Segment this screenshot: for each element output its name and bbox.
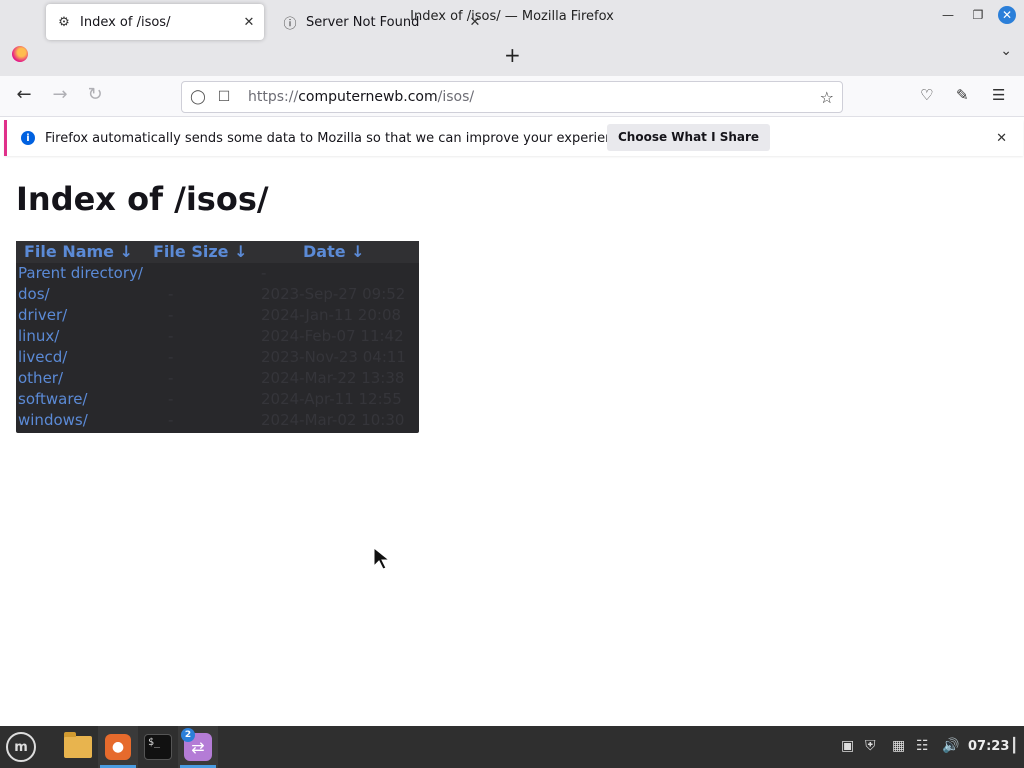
tab-label: Index of /isos/ bbox=[80, 14, 171, 30]
sort-by-date-link[interactable]: Date ↓ bbox=[303, 242, 365, 261]
navigation-bar: ← → ↻ ◯ ☐ https://computernewb.com/isos/… bbox=[0, 76, 1024, 117]
file-listing-table: File Name ↓ File Size ↓ Date ↓ Parent di… bbox=[16, 241, 419, 433]
file-size: - bbox=[168, 369, 174, 387]
file-size: - bbox=[168, 306, 174, 324]
mint-menu-icon[interactable]: m bbox=[6, 732, 36, 762]
file-date: - bbox=[261, 264, 267, 282]
shield-icon[interactable]: ⛨ bbox=[865, 738, 876, 754]
close-icon[interactable]: ✕ bbox=[996, 131, 1007, 146]
file-date: 2024-Apr-11 12:55 bbox=[261, 390, 402, 408]
network-icon[interactable]: ☷ bbox=[916, 738, 929, 754]
extensions-icon[interactable]: ✎ bbox=[956, 86, 969, 104]
url-host: computernewb.com bbox=[298, 89, 438, 105]
update-manager-icon[interactable]: ▦ bbox=[892, 738, 905, 754]
window-controls: — ❐ ✕ bbox=[938, 5, 1016, 25]
sort-by-size-link[interactable]: File Size ↓ bbox=[153, 242, 247, 261]
taskbar: m ● $_ ⇄ 2 ▣ ⛨ ▦ ☷ 🔊 07:23 ┃ bbox=[0, 726, 1024, 768]
url-scheme: https:// bbox=[248, 89, 299, 105]
table-row: Parent directory/ - bbox=[16, 264, 419, 285]
table-row: livecd/ - 2023-Nov-23 04:11 bbox=[16, 348, 419, 369]
taskbar-terminal[interactable]: $_ bbox=[138, 726, 178, 768]
tab-close-icon[interactable]: ✕ bbox=[464, 15, 486, 30]
table-row: software/ - 2024-Apr-11 12:55 bbox=[16, 390, 419, 411]
taskbar-firefox[interactable]: ● bbox=[98, 726, 138, 768]
notification-message: Firefox automatically sends some data to… bbox=[45, 130, 633, 146]
file-date: 2024-Mar-22 13:38 bbox=[261, 369, 405, 387]
firefox-icon: ● bbox=[105, 734, 131, 760]
url-bar[interactable]: ◯ ☐ https://computernewb.com/isos/ ☆ bbox=[181, 81, 843, 113]
file-size: - bbox=[168, 285, 174, 303]
file-date: 2024-Feb-07 11:42 bbox=[261, 327, 404, 345]
minimize-icon[interactable]: — bbox=[938, 5, 958, 25]
tab-server-not-found[interactable]: ⓘ Server Not Found ✕ bbox=[272, 4, 490, 40]
hamburger-menu-icon[interactable]: ☰ bbox=[992, 86, 1005, 104]
file-size: - bbox=[168, 390, 174, 408]
table-row: dos/ - 2023-Sep-27 09:52 bbox=[16, 285, 419, 306]
volume-icon[interactable]: 🔊 bbox=[942, 738, 959, 754]
directory-link[interactable]: livecd/ bbox=[18, 348, 67, 366]
clock[interactable]: 07:23 bbox=[968, 739, 1009, 754]
sort-by-name-link[interactable]: File Name ↓ bbox=[24, 242, 133, 261]
lock-icon[interactable]: ☐ bbox=[214, 89, 234, 105]
close-icon[interactable]: ✕ bbox=[998, 6, 1016, 24]
firefox-logo-icon bbox=[12, 46, 28, 62]
directory-link[interactable]: linux/ bbox=[18, 327, 59, 345]
maximize-icon[interactable]: ❐ bbox=[968, 5, 988, 25]
pocket-icon[interactable]: ♡ bbox=[920, 86, 933, 104]
tab-close-icon[interactable]: ✕ bbox=[238, 15, 260, 30]
new-tab-icon[interactable]: + bbox=[504, 43, 521, 67]
mouse-cursor-icon bbox=[373, 547, 390, 570]
shield-icon[interactable]: ◯ bbox=[188, 89, 208, 105]
page-content: Index of /isos/ File Name ↓ File Size ↓ … bbox=[0, 160, 1024, 726]
table-row: driver/ - 2024-Jan-11 20:08 bbox=[16, 306, 419, 327]
bookmark-star-icon[interactable]: ☆ bbox=[820, 88, 834, 107]
info-icon: ⓘ bbox=[283, 16, 297, 32]
parent-directory-link[interactable]: Parent directory/ bbox=[18, 264, 143, 282]
file-size: - bbox=[168, 348, 174, 366]
file-date: 2023-Sep-27 09:52 bbox=[261, 285, 406, 303]
directory-icon: ⚙ bbox=[58, 14, 70, 30]
directory-link[interactable]: software/ bbox=[18, 390, 87, 408]
table-row: windows/ - 2024-Mar-02 10:30 bbox=[16, 411, 419, 432]
back-arrow-icon[interactable]: ← bbox=[12, 84, 36, 105]
tab-label: Server Not Found bbox=[306, 14, 420, 30]
info-icon: i bbox=[21, 131, 35, 145]
file-size: - bbox=[168, 327, 174, 345]
terminal-icon: $_ bbox=[144, 734, 172, 760]
data-collection-notification: i Firefox automatically sends some data … bbox=[4, 120, 1023, 156]
taskbar-files[interactable] bbox=[58, 726, 98, 768]
file-date: 2024-Mar-02 10:30 bbox=[261, 411, 405, 429]
file-size: - bbox=[168, 411, 174, 429]
chevron-down-icon[interactable]: ⌄ bbox=[1000, 43, 1012, 59]
reload-icon[interactable]: ↻ bbox=[83, 84, 107, 105]
table-row: linux/ - 2024-Feb-07 11:42 bbox=[16, 327, 419, 348]
directory-link[interactable]: windows/ bbox=[18, 411, 88, 429]
directory-link[interactable]: driver/ bbox=[18, 306, 67, 324]
tab-index-of-isos[interactable]: ⚙ Index of /isos/ ✕ bbox=[46, 4, 264, 40]
choose-what-i-share-button[interactable]: Choose What I Share bbox=[607, 124, 771, 151]
table-row: other/ - 2024-Mar-22 13:38 bbox=[16, 369, 419, 390]
file-date: 2023-Nov-23 04:11 bbox=[261, 348, 406, 366]
file-date: 2024-Jan-11 20:08 bbox=[261, 306, 402, 324]
keyboard-layout-icon[interactable]: ▣ bbox=[841, 738, 854, 754]
page-heading: Index of /isos/ bbox=[16, 180, 269, 218]
forward-arrow-icon[interactable]: → bbox=[48, 84, 72, 105]
url-path: /isos/ bbox=[437, 89, 475, 105]
firefox-view-button[interactable] bbox=[0, 32, 40, 76]
notification-badge: 2 bbox=[181, 728, 195, 742]
table-header: File Name ↓ File Size ↓ Date ↓ bbox=[16, 241, 419, 263]
directory-link[interactable]: dos/ bbox=[18, 285, 50, 303]
folder-icon bbox=[64, 732, 92, 758]
directory-link[interactable]: other/ bbox=[18, 369, 63, 387]
desktop-edge[interactable]: ┃ bbox=[1010, 738, 1018, 754]
